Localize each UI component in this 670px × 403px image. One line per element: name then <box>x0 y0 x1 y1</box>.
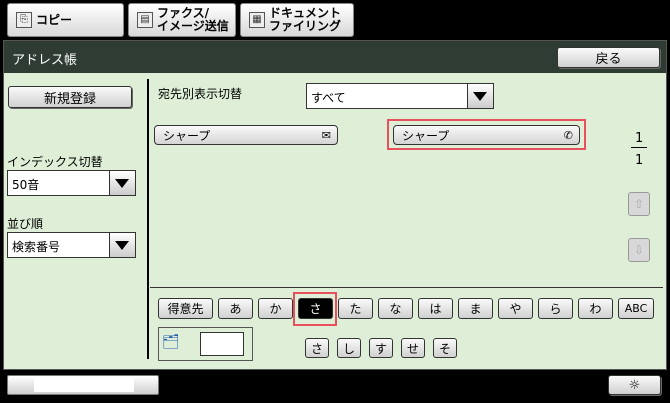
scroll-down-button[interactable]: ⇩ <box>628 238 650 262</box>
kana-tab-sa[interactable]: さ <box>298 298 333 319</box>
kana-label: せ <box>406 341 419 356</box>
sort-order-label: 並び順 <box>7 217 44 231</box>
kana-label: し <box>342 341 355 356</box>
title-bar: アドレス帳 戻る <box>4 41 666 73</box>
search-number-icon[interactable]: 🗂 <box>162 334 188 354</box>
kana-sub-so[interactable]: そ <box>433 338 457 358</box>
chevron-down-icon <box>109 171 135 195</box>
address-entry-fax[interactable]: シャープ ✆ <box>393 125 580 145</box>
kana-tab-ra[interactable]: ら <box>538 298 573 319</box>
kana-tab-ma[interactable]: ま <box>458 298 493 319</box>
brightness-button[interactable]: ☼ <box>608 375 661 395</box>
address-name: シャープ <box>163 128 211 143</box>
kana-label: は <box>429 302 442 316</box>
kana-sub-su[interactable]: す <box>369 338 393 358</box>
address-name: シャープ <box>402 128 450 143</box>
new-register-label: 新規登録 <box>43 91 96 107</box>
kana-tab-abc[interactable]: ABC <box>618 298 654 319</box>
tab-filing-label: ドキュメント ファイリング <box>269 6 342 33</box>
sort-order-value: 検索番号 <box>12 240 61 254</box>
brightness-icon: ☼ <box>628 377 641 393</box>
kana-tab-a[interactable]: あ <box>218 298 253 319</box>
index-select[interactable]: 50音 <box>7 170 136 196</box>
kana-label: か <box>269 302 282 316</box>
kana-tab-wa[interactable]: わ <box>578 298 613 319</box>
kana-tab-ta[interactable]: た <box>338 298 373 319</box>
sort-order-select[interactable]: 検索番号 <box>7 232 136 258</box>
filter-select-value: すべて <box>311 91 346 105</box>
filing-icon: ▦ <box>249 12 265 28</box>
kana-label: さ <box>309 302 322 316</box>
status-bar-fill <box>34 378 134 392</box>
panel-divider <box>147 79 149 359</box>
kana-sub-sa[interactable]: さ <box>305 338 329 358</box>
page-total: 1 <box>635 153 644 168</box>
kana-sub-shi[interactable]: し <box>337 338 361 358</box>
kana-label: な <box>389 302 402 316</box>
phone-icon: ✆ <box>563 129 573 142</box>
kana-label: あ <box>229 302 242 316</box>
screen-title: アドレス帳 <box>12 53 78 68</box>
tab-copy[interactable]: ⎘ コピー <box>7 3 124 37</box>
kana-tab-ka[interactable]: か <box>258 298 293 319</box>
tab-fax[interactable]: ▤ ファクス/ イメージ送信 <box>128 3 236 37</box>
page-current: 1 <box>635 131 644 146</box>
address-entry-email[interactable]: シャープ ✉ <box>154 125 338 145</box>
index-select-value: 50音 <box>12 178 40 192</box>
kana-label: す <box>374 341 387 356</box>
tab-document-filing[interactable]: ▦ ドキュメント ファイリング <box>240 3 354 37</box>
back-button[interactable]: 戻る <box>557 47 660 68</box>
filter-select[interactable]: すべて <box>306 83 494 109</box>
kana-label: わ <box>589 302 602 316</box>
scroll-up-button[interactable]: ⇧ <box>628 192 650 216</box>
arrow-up-icon: ⇧ <box>633 197 645 211</box>
kana-tab-ya[interactable]: や <box>498 298 533 319</box>
kana-label: 得意先 <box>167 302 204 316</box>
kana-label: そ <box>438 341 451 356</box>
new-register-button[interactable]: 新規登録 <box>8 86 132 108</box>
tab-fax-label: ファクス/ イメージ送信 <box>157 6 229 33</box>
list-divider <box>150 287 663 288</box>
kana-label: ら <box>549 302 562 316</box>
chevron-down-icon <box>109 233 135 257</box>
copy-icon: ⎘ <box>16 12 32 28</box>
kana-tab-favorites[interactable]: 得意先 <box>158 298 213 319</box>
status-bar <box>7 375 159 395</box>
arrow-down-icon: ⇩ <box>633 243 645 257</box>
kana-tab-ha[interactable]: は <box>418 298 453 319</box>
kana-label: ま <box>469 302 482 316</box>
page-separator <box>631 147 647 148</box>
fax-icon: ▤ <box>137 12 153 28</box>
tab-copy-label: コピー <box>36 12 73 27</box>
email-icon: ✉ <box>321 129 331 142</box>
chevron-down-icon <box>467 84 493 108</box>
index-switch-label: インデックス切替 <box>7 155 103 169</box>
back-button-label: 戻る <box>595 52 622 67</box>
kana-label: さ <box>310 341 323 356</box>
filter-label: 宛先別表示切替 <box>158 87 243 101</box>
kana-label: や <box>509 302 522 316</box>
kana-label: ABC <box>624 302 648 315</box>
kana-label: た <box>349 302 362 316</box>
kana-tab-na[interactable]: な <box>378 298 413 319</box>
kana-sub-se[interactable]: せ <box>401 338 425 358</box>
search-number-input[interactable] <box>200 332 244 356</box>
address-book-screen: アドレス帳 戻る 新規登録 インデックス切替 50音 並び順 検索番号 宛先別表… <box>3 40 667 370</box>
